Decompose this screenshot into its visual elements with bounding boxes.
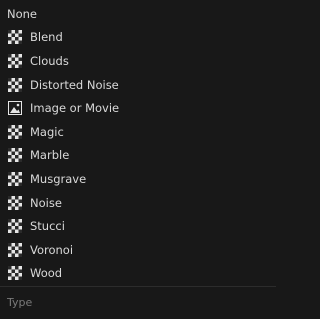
checker-texture-icon (8, 30, 22, 45)
menu-item-label: Musgrave (30, 171, 87, 186)
menu-item-marble[interactable]: Marble (0, 144, 276, 168)
menu-item-voronoi[interactable]: Voronoi (0, 238, 276, 262)
menu-separator (0, 286, 276, 287)
checker-texture-icon (8, 242, 22, 257)
menu-item-label: Stucci (30, 219, 65, 234)
menu-title-type: Type (7, 296, 33, 309)
menu-item-musgrave[interactable]: Musgrave (0, 167, 276, 191)
menu-item-wood[interactable]: Wood (0, 262, 276, 286)
menu-item-clouds[interactable]: Clouds (0, 49, 276, 73)
menu-item-magic[interactable]: Magic (0, 120, 276, 144)
texture-type-menu: None Blend Clouds Distorted Noise Image … (0, 0, 276, 319)
checker-texture-icon (8, 171, 22, 186)
menu-item-label: Wood (30, 266, 63, 281)
menu-item-label: Marble (30, 148, 70, 163)
menu-item-label: Magic (30, 124, 64, 139)
menu-item-label: None (7, 6, 38, 21)
checker-texture-icon (8, 53, 22, 68)
menu-item-label: Image or Movie (30, 101, 120, 116)
menu-item-stucci[interactable]: Stucci (0, 214, 276, 238)
menu-item-distorted-noise[interactable]: Distorted Noise (0, 73, 276, 97)
image-icon (8, 101, 22, 116)
menu-item-label: Distorted Noise (30, 77, 119, 92)
menu-item-none[interactable]: None (0, 2, 276, 26)
menu-item-label: Blend (30, 30, 63, 45)
checker-texture-icon (8, 77, 22, 92)
checker-texture-icon (8, 219, 22, 234)
checker-texture-icon (8, 195, 22, 210)
checker-texture-icon (8, 266, 22, 281)
menu-item-noise[interactable]: Noise (0, 191, 276, 215)
checker-texture-icon (8, 148, 22, 163)
menu-item-image-or-movie[interactable]: Image or Movie (0, 96, 276, 120)
menu-item-blend[interactable]: Blend (0, 26, 276, 50)
menu-item-label: Clouds (30, 53, 69, 68)
menu-item-label: Noise (30, 195, 62, 210)
checker-texture-icon (8, 124, 22, 139)
menu-item-label: Voronoi (30, 242, 74, 257)
